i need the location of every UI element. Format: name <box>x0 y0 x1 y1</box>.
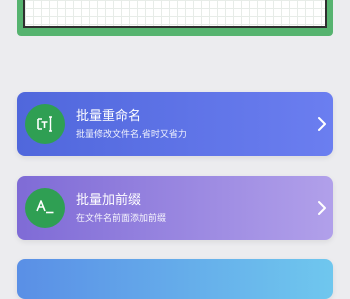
card-title: 批量加前缀 <box>76 193 142 208</box>
top-banner <box>17 0 333 36</box>
add-prefix-icon <box>25 188 65 228</box>
chevron-right-icon <box>318 201 326 215</box>
banner-preview <box>23 0 327 28</box>
card-subtitle: 批量修改文件名,省时又省力 <box>76 130 187 140</box>
card-subtitle: 在文件名前面添加前缀 <box>76 214 167 224</box>
next-tool-card[interactable] <box>17 259 333 299</box>
rename-icon <box>25 104 65 144</box>
batch-prefix-card[interactable]: 批量加前缀 在文件名前面添加前缀 <box>17 176 333 240</box>
card-title: 批量重命名 <box>76 109 142 124</box>
batch-rename-card[interactable]: 批量重命名 批量修改文件名,省时又省力 <box>17 92 333 156</box>
chevron-right-icon <box>318 117 326 131</box>
